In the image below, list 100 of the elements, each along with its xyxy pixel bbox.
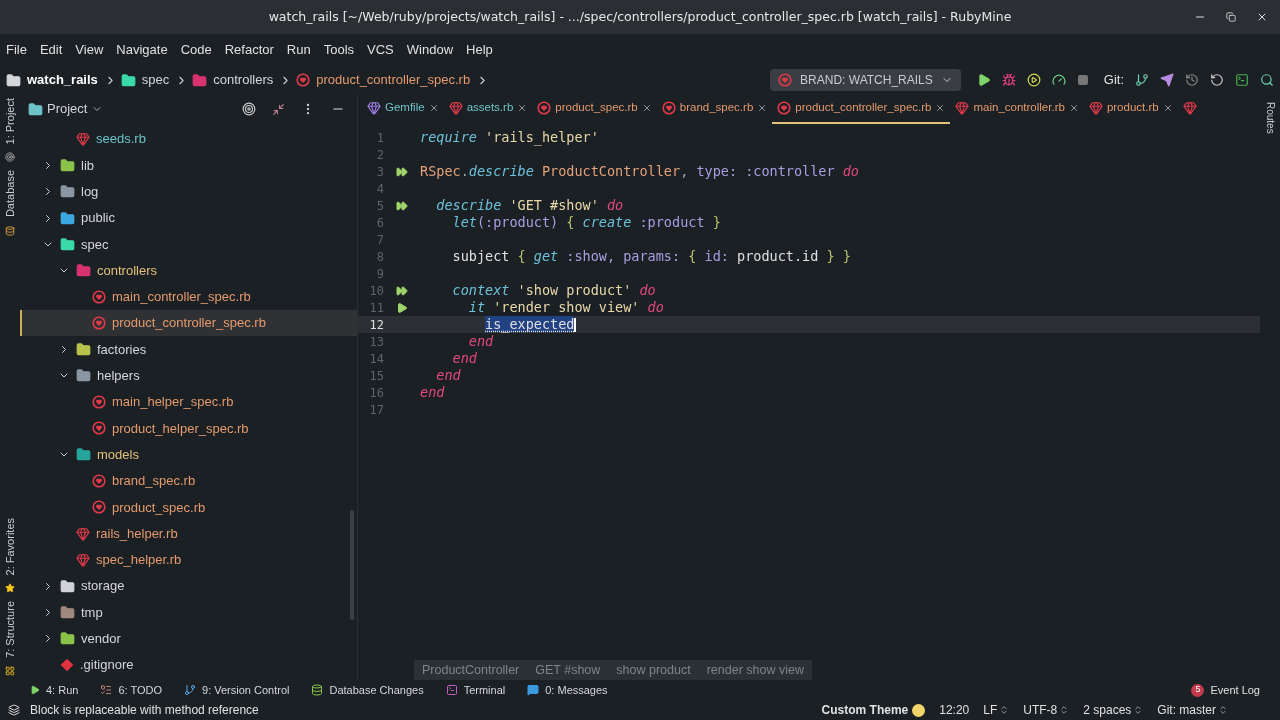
run-config-selector[interactable]: BRAND: WATCH_RAILS — [770, 69, 961, 91]
side-tool-tab[interactable]: 2: Favorites — [0, 517, 23, 576]
close-icon[interactable] — [1162, 103, 1173, 113]
status-dropdown[interactable]: UTF-8 — [1023, 701, 1070, 719]
nav-breadcrumb[interactable]: spec — [120, 70, 189, 90]
tree-item[interactable]: spec — [20, 231, 357, 258]
tree-item[interactable]: .gitignore — [20, 651, 357, 679]
debug-icon[interactable] — [1001, 73, 1016, 87]
tree-item[interactable]: helpers — [20, 362, 357, 389]
close-icon[interactable] — [428, 103, 439, 113]
side-tool-tab[interactable]: 1: Project — [0, 98, 23, 145]
tree-item[interactable]: main_helper_spec.rb — [20, 388, 357, 416]
tool-window-button[interactable]: Database Changes — [311, 681, 424, 699]
editor-tab[interactable]: Gemfile — [362, 94, 444, 124]
editor-tab[interactable]: product.rb — [1083, 94, 1178, 124]
menu-item[interactable]: View — [75, 40, 104, 60]
menu-item[interactable]: Help — [466, 40, 493, 60]
run-icon[interactable] — [396, 301, 408, 314]
close-icon[interactable] — [641, 103, 652, 113]
nav-breadcrumb[interactable]: product_controller_spec.rb — [296, 70, 490, 90]
run-all-icon[interactable] — [396, 165, 408, 178]
locate-icon[interactable] — [242, 102, 256, 116]
profile-icon[interactable] — [1051, 73, 1066, 87]
line-number: 12 — [368, 316, 384, 334]
menu-item[interactable]: Tools — [323, 40, 355, 60]
menu-item[interactable]: Run — [286, 40, 311, 60]
tree-item[interactable]: spec_helper.rb — [20, 546, 357, 574]
status-dropdown[interactable]: LF — [983, 701, 1010, 719]
tree-item[interactable]: lib — [20, 152, 357, 179]
tree-item[interactable]: public — [20, 204, 357, 232]
menu-item[interactable]: Edit — [39, 40, 63, 60]
restore-icon[interactable] — [1226, 12, 1236, 22]
side-tool-tab[interactable]: Routes — [1258, 102, 1280, 134]
editor-tab[interactable]: product_spec.rb — [532, 94, 657, 124]
code-breadcrumb[interactable]: show product — [608, 660, 699, 680]
close-icon[interactable] — [517, 103, 528, 113]
close-icon[interactable] — [1256, 11, 1268, 23]
tree-item[interactable]: product_controller_spec.rb — [20, 310, 357, 337]
terminal-icon[interactable] — [1235, 73, 1249, 87]
menu-item[interactable]: VCS — [367, 40, 394, 60]
editor-tab[interactable]: product_controller_spec.rb — [772, 94, 951, 124]
history-icon[interactable] — [1185, 73, 1199, 87]
editor-tab[interactable]: assets.rb — [443, 94, 533, 124]
chevron-updown-icon — [1059, 705, 1070, 715]
nav-breadcrumb[interactable]: watch_rails — [6, 70, 117, 90]
menu-item[interactable]: Refactor — [224, 40, 274, 60]
tree-item[interactable]: product_helper_spec.rb — [20, 415, 357, 442]
run-all-icon[interactable] — [396, 284, 408, 297]
menu-item[interactable]: Navigate — [116, 40, 168, 60]
code-breadcrumb[interactable]: GET #show — [527, 660, 609, 680]
tree-item-label: main_helper_spec.rb — [112, 393, 234, 412]
stop-icon[interactable] — [1076, 74, 1089, 86]
project-panel-title[interactable]: Project — [47, 99, 88, 119]
tree-item-label: vendor — [81, 630, 121, 649]
close-icon[interactable] — [1068, 103, 1079, 113]
side-tool-tab[interactable]: Database — [0, 170, 23, 218]
menu-item[interactable]: Window — [406, 40, 454, 60]
tree-item[interactable]: log — [20, 178, 357, 205]
status-dropdown[interactable]: Git: master — [1157, 701, 1228, 719]
tree-item[interactable]: brand_spec.rb — [20, 467, 357, 495]
editor-tab[interactable]: brand_spec.rb — [656, 94, 773, 124]
rollback-icon[interactable] — [1210, 73, 1224, 87]
tree-item[interactable]: main_controller_spec.rb — [20, 283, 357, 311]
tool-window-button[interactable]: 4: Run — [30, 681, 79, 699]
tool-window-button[interactable]: 9: Version Control — [184, 681, 290, 699]
tree-item[interactable]: controllers — [20, 257, 357, 284]
tree-item[interactable]: rails_helper.rb — [20, 520, 357, 547]
tree-item[interactable]: tmp — [20, 599, 357, 626]
event-log-button[interactable]: 5 Event Log — [1191, 681, 1260, 699]
tool-window-button[interactable]: Terminal — [445, 681, 506, 699]
code-breadcrumb[interactable]: ProductController — [414, 660, 528, 680]
tool-window-button[interactable]: 0: Messages — [527, 681, 608, 699]
tree-item[interactable]: seeds.rb — [20, 126, 357, 153]
tree-item[interactable]: product_spec.rb — [20, 494, 357, 521]
branch-icon[interactable] — [1135, 73, 1149, 87]
tree-item[interactable]: vendor — [20, 625, 357, 652]
code-breadcrumb[interactable]: render show view — [698, 660, 812, 680]
menu-item[interactable]: Code — [180, 40, 212, 60]
menu-item[interactable]: File — [6, 40, 27, 60]
theme-label[interactable]: Custom Theme — [821, 701, 909, 719]
side-tool-tab[interactable]: 7: Structure — [0, 601, 23, 658]
cursor-position[interactable]: 12:20 — [939, 701, 970, 719]
editor-tab[interactable]: main_controller.rb — [950, 94, 1084, 124]
nav-breadcrumb[interactable]: controllers — [192, 70, 293, 90]
send-icon[interactable] — [1160, 73, 1174, 87]
status-dropdown[interactable]: 2 spaces — [1083, 701, 1144, 719]
scrollbar[interactable] — [350, 510, 354, 620]
run-icon[interactable] — [976, 73, 991, 87]
message-icon — [527, 684, 540, 696]
tool-window-button[interactable]: 6: TODO — [100, 681, 163, 699]
tree-item[interactable]: models — [20, 441, 357, 468]
search-icon[interactable] — [1260, 73, 1274, 87]
tree-item-label: helpers — [97, 367, 140, 386]
close-icon[interactable] — [935, 103, 946, 113]
run-all-icon[interactable] — [396, 199, 408, 212]
tree-item[interactable]: factories — [20, 336, 357, 363]
coverage-icon[interactable] — [1026, 73, 1041, 87]
close-icon[interactable] — [757, 103, 768, 113]
tree-item[interactable]: storage — [20, 573, 357, 600]
collapse-icon[interactable] — [272, 102, 285, 116]
